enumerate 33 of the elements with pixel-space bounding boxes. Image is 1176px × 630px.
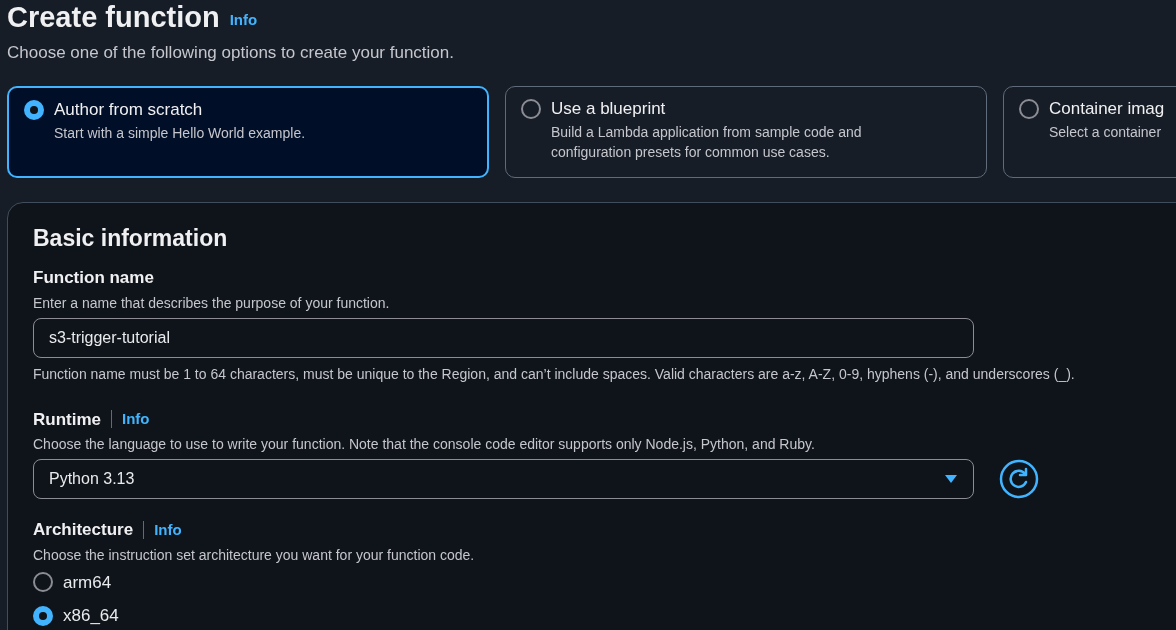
info-link[interactable]: Info xyxy=(229,8,258,31)
info-link[interactable]: Info xyxy=(122,408,150,431)
field-description: Enter a name that describes the purpose of your function. xyxy=(33,293,391,313)
section-heading: Basic information xyxy=(33,223,229,253)
option-description: Select a container xyxy=(1049,122,1163,142)
input-field[interactable]: s3-trigger-tutorial xyxy=(33,317,974,358)
field-label: Runtime xyxy=(33,408,101,431)
option-card[interactable]: Container imag Select a container xyxy=(1003,85,1176,178)
radio-label: arm64 xyxy=(63,571,112,594)
refresh-icon[interactable] xyxy=(999,459,1039,499)
option-description: Start with a simple Hello World example. xyxy=(54,123,307,143)
field-label: Architecture xyxy=(33,519,134,541)
option-card[interactable]: Use a blueprint Build a Lambda application from sample code and configuration presets for common use cases. xyxy=(505,85,987,178)
option-description: Build a Lambda application from sample code and configuration presets for common use cases. xyxy=(551,122,863,162)
radio-button[interactable] xyxy=(24,99,44,120)
option-title: Use a blueprint xyxy=(551,98,667,119)
radio-button[interactable] xyxy=(33,605,53,626)
radio-label: x86_64 xyxy=(63,605,119,627)
field-description: Choose the language to use to write your function. Note that the console code editor supports only Node.js, Python, and Ruby. xyxy=(33,435,816,454)
option-title: Author from scratch xyxy=(54,99,204,120)
constraint-text: Function name must be 1 to 64 characters, must be unique to the Region, and can’t include spaces. Valid characters are a-z, A-Z, 0-9, hyphens (-), and underscores (_). xyxy=(33,364,1076,384)
option-title: Container imag xyxy=(1049,98,1166,119)
radio-button[interactable] xyxy=(33,572,53,593)
field-label: Function name xyxy=(33,267,154,289)
runtime-select[interactable]: Python 3.13 xyxy=(33,459,974,499)
field-description: Choose the instruction set architecture you want for your function code. xyxy=(33,545,476,565)
caret-icon xyxy=(944,474,958,484)
page-description: Choose one of the following options to create your function. xyxy=(7,42,455,64)
radio-button[interactable] xyxy=(1019,98,1039,119)
radio-button[interactable] xyxy=(521,98,541,119)
page-title: Create function xyxy=(7,0,220,34)
option-card[interactable]: Author from scratch Start with a simple Hello World example. xyxy=(7,85,489,178)
info-link[interactable]: Info xyxy=(154,518,182,541)
